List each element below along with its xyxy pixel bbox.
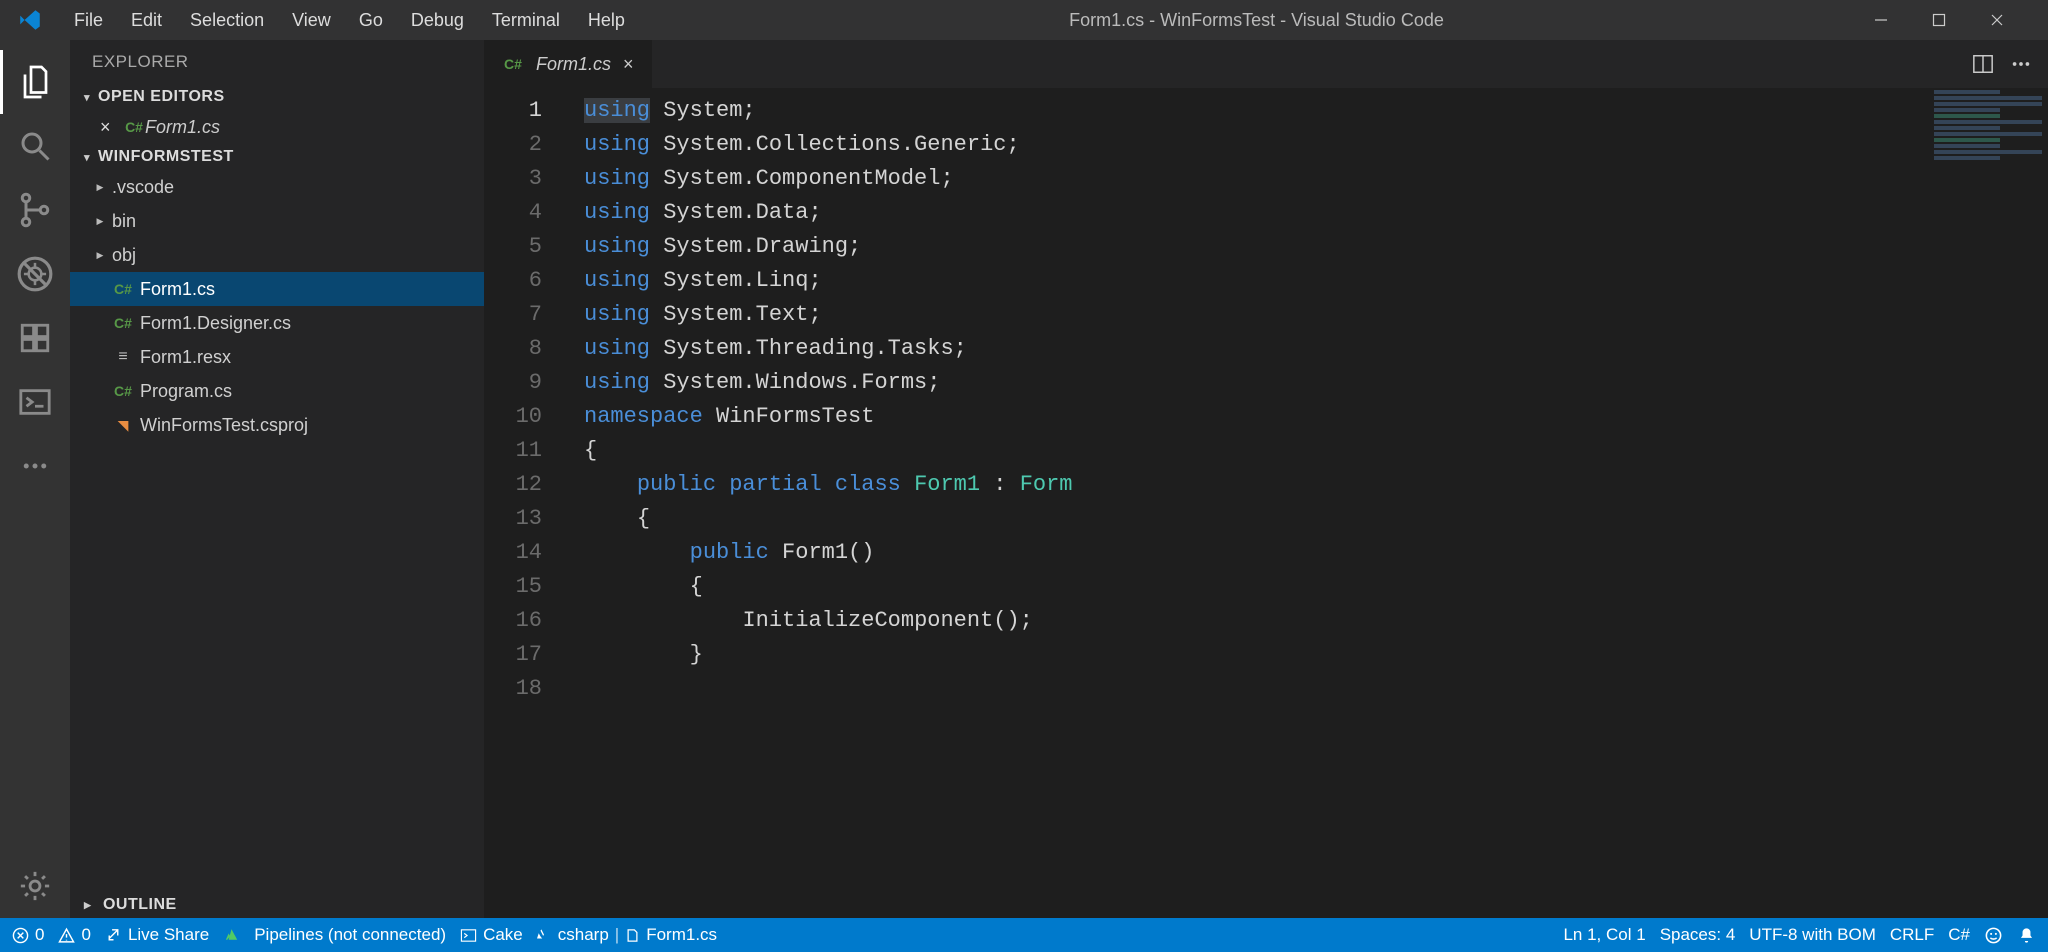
file-form1-cs[interactable]: ▶ C# Form1.cs: [70, 272, 484, 306]
file-program-cs[interactable]: ▶ C# Program.cs: [70, 374, 484, 408]
status-warnings-count: 0: [81, 925, 90, 945]
editor-tab-label: Form1.cs: [536, 54, 611, 75]
close-icon[interactable]: ×: [623, 54, 634, 75]
file-label: Form1.cs: [140, 279, 215, 300]
csharp-file-icon: C#: [112, 315, 134, 331]
status-pipelines[interactable]: Pipelines (not connected): [254, 925, 446, 945]
file-form1-resx[interactable]: ▶ ≡ Form1.resx: [70, 340, 484, 374]
menu-bar: File Edit Selection View Go Debug Termin…: [60, 0, 639, 40]
file-label: Form1.Designer.cs: [140, 313, 291, 334]
status-errors[interactable]: 0: [12, 925, 44, 945]
csharp-file-icon: C#: [112, 383, 134, 399]
csharp-file-icon: C#: [502, 56, 524, 72]
open-editors-label: Open Editors: [98, 88, 225, 106]
activity-extensions-icon[interactable]: [0, 306, 70, 370]
chevron-right-icon: ▶: [94, 182, 106, 193]
file-label: WinFormsTest.csproj: [140, 415, 308, 436]
window-title: Form1.cs - WinFormsTest - Visual Studio …: [639, 10, 1874, 31]
open-editor-filename: Form1.cs: [145, 117, 220, 138]
outline-label: Outline: [103, 896, 177, 914]
code-content[interactable]: using System;using System.Collections.Ge…: [564, 88, 1073, 918]
file-label: Program.cs: [140, 381, 232, 402]
status-docfile-label: Form1.cs: [646, 925, 717, 945]
status-errors-count: 0: [35, 925, 44, 945]
window-controls: [1874, 13, 2048, 27]
activity-more-icon[interactable]: [0, 434, 70, 498]
rss-icon: ◥: [112, 417, 134, 434]
open-editor-item[interactable]: × C# Form1.cs: [70, 110, 484, 144]
status-pipelines-label: Pipelines (not connected): [254, 925, 446, 945]
outline-section-header[interactable]: ▶ Outline: [70, 892, 484, 918]
folder-label: bin: [112, 211, 136, 232]
activity-debug-icon[interactable]: [0, 242, 70, 306]
menu-debug[interactable]: Debug: [397, 0, 478, 40]
activity-search-icon[interactable]: [0, 114, 70, 178]
explorer-sidebar: EXPLORER ▾ Open Editors × C# Form1.cs ▾ …: [70, 40, 484, 918]
open-editors-section-header[interactable]: ▾ Open Editors: [70, 84, 484, 110]
close-icon[interactable]: ×: [100, 117, 118, 138]
menu-view[interactable]: View: [278, 0, 345, 40]
chevron-down-icon: ▾: [84, 151, 98, 164]
csharp-file-icon: C#: [123, 119, 145, 135]
status-spaces[interactable]: Spaces: 4: [1660, 925, 1736, 945]
menu-edit[interactable]: Edit: [117, 0, 176, 40]
status-bar: 0 0 Live Share Pipelines (not connected)…: [0, 918, 2048, 952]
status-cursor-position[interactable]: Ln 1, Col 1: [1563, 925, 1645, 945]
activity-explorer-icon[interactable]: [0, 50, 70, 114]
project-section-header[interactable]: ▾ WinFormsTest: [70, 144, 484, 170]
more-actions-icon[interactable]: [2010, 53, 2032, 75]
editor-tab-form1[interactable]: C# Form1.cs ×: [484, 40, 652, 88]
status-cake[interactable]: Cake: [460, 925, 523, 945]
status-azure-icon[interactable]: [223, 927, 240, 944]
status-warnings[interactable]: 0: [58, 925, 90, 945]
status-notifications-icon[interactable]: [2017, 926, 2036, 945]
chevron-right-icon: ▶: [94, 216, 106, 227]
menu-help[interactable]: Help: [574, 0, 639, 40]
file-form1-designer-cs[interactable]: ▶ C# Form1.Designer.cs: [70, 306, 484, 340]
close-button[interactable]: [1990, 13, 2048, 27]
status-eol[interactable]: CRLF: [1890, 925, 1934, 945]
status-language[interactable]: C#: [1948, 925, 1970, 945]
menu-file[interactable]: File: [60, 0, 117, 40]
folder-label: .vscode: [112, 177, 174, 198]
activity-integrated-terminal-icon[interactable]: [0, 370, 70, 434]
chevron-right-icon: ▶: [84, 900, 98, 911]
folder-bin[interactable]: ▶ bin: [70, 204, 484, 238]
file-csproj[interactable]: ▶ ◥ WinFormsTest.csproj: [70, 408, 484, 442]
folder-label: obj: [112, 245, 136, 266]
folder-vscode[interactable]: ▶ .vscode: [70, 170, 484, 204]
status-liveshare[interactable]: Live Share: [105, 925, 209, 945]
chevron-right-icon: ▶: [94, 250, 106, 261]
chevron-down-icon: ▾: [84, 91, 98, 104]
maximize-button[interactable]: [1932, 13, 1990, 27]
editor-tab-bar: C# Form1.cs ×: [484, 40, 2048, 88]
status-csharp-label: csharp: [558, 925, 609, 945]
menu-selection[interactable]: Selection: [176, 0, 278, 40]
menu-terminal[interactable]: Terminal: [478, 0, 574, 40]
minimap[interactable]: [1928, 88, 2048, 208]
sidebar-title: EXPLORER: [70, 40, 484, 84]
title-bar: File Edit Selection View Go Debug Termin…: [0, 0, 2048, 40]
vscode-logo-icon: [0, 7, 60, 33]
activity-bar: [0, 40, 70, 918]
minimize-button[interactable]: [1874, 13, 1932, 27]
status-feedback-icon[interactable]: [1984, 926, 2003, 945]
csharp-file-icon: C#: [112, 281, 134, 297]
menu-go[interactable]: Go: [345, 0, 397, 40]
line-number-gutter: 123456789101112131415161718: [484, 88, 564, 918]
activity-source-control-icon[interactable]: [0, 178, 70, 242]
editor-area: C# Form1.cs × 12345678910111213141516171…: [484, 40, 2048, 918]
activity-settings-icon[interactable]: [0, 854, 70, 918]
code-editor[interactable]: 123456789101112131415161718 using System…: [484, 88, 2048, 918]
status-liveshare-label: Live Share: [128, 925, 209, 945]
status-cake-label: Cake: [483, 925, 523, 945]
main-area: EXPLORER ▾ Open Editors × C# Form1.cs ▾ …: [0, 40, 2048, 918]
resx-file-icon: ≡: [112, 348, 134, 366]
split-editor-icon[interactable]: [1972, 53, 1994, 75]
status-csharp-project[interactable]: csharp | Form1.cs: [537, 925, 717, 945]
file-label: Form1.resx: [140, 347, 231, 368]
status-encoding[interactable]: UTF-8 with BOM: [1749, 925, 1876, 945]
project-name-label: WinFormsTest: [98, 148, 234, 166]
folder-obj[interactable]: ▶ obj: [70, 238, 484, 272]
